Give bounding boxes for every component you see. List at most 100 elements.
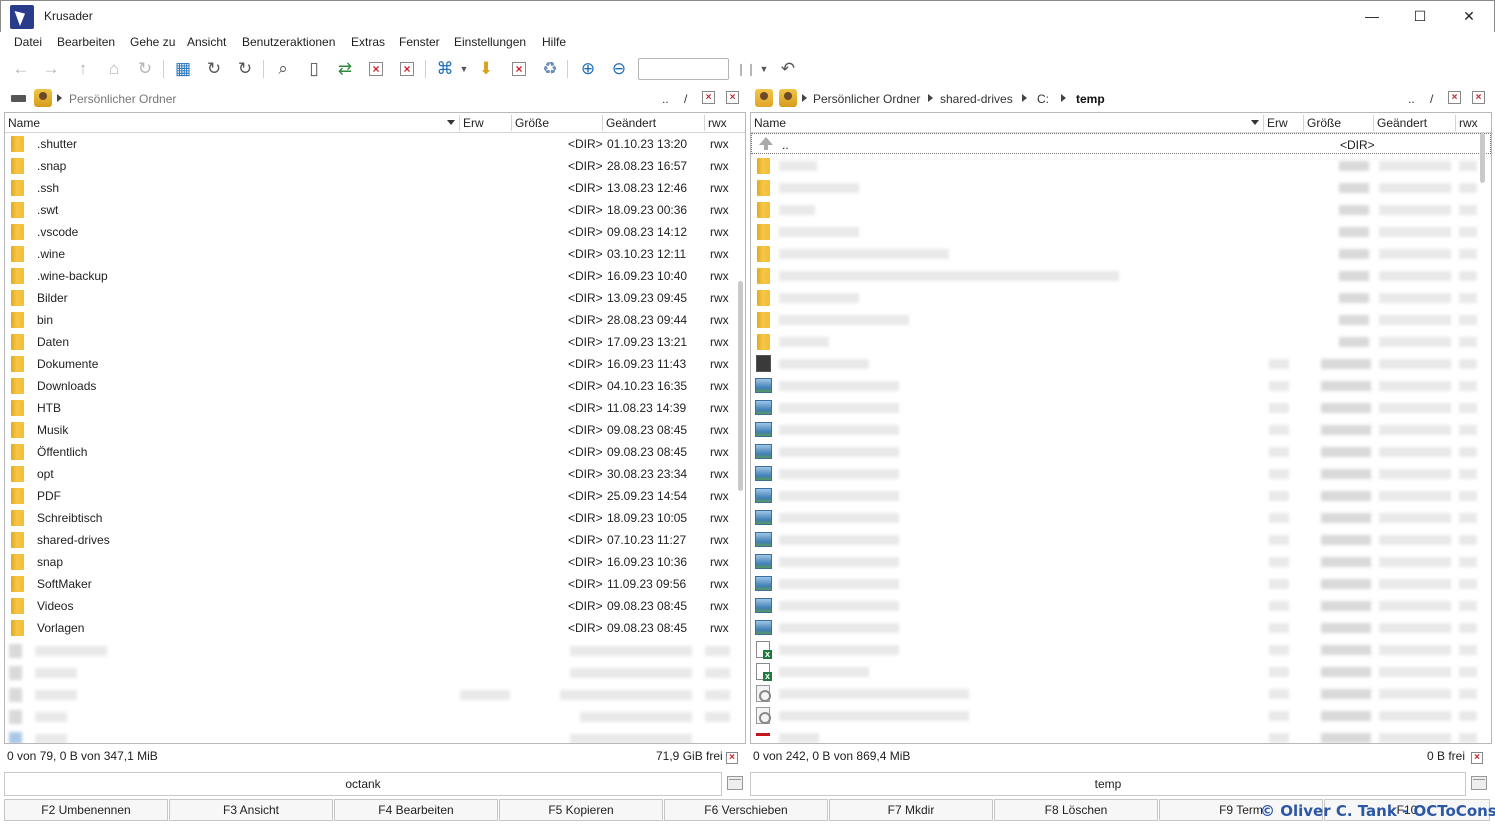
close-icon[interactable]: × bbox=[702, 91, 715, 104]
list-item[interactable] bbox=[751, 353, 1491, 375]
root-dir-button[interactable]: / bbox=[1430, 92, 1433, 106]
list-item[interactable] bbox=[751, 507, 1491, 529]
zoom-in-icon[interactable]: ⊕ bbox=[576, 57, 600, 81]
close-other-icon[interactable]: × bbox=[395, 57, 419, 81]
trash-icon[interactable]: ♻ bbox=[538, 57, 562, 81]
f4-edit-button[interactable]: F4 Bearbeiten bbox=[334, 799, 498, 821]
table-row[interactable]: .wine <DIR> 03.10.23 12:11 rwx bbox=[5, 243, 745, 265]
list-item[interactable] bbox=[751, 463, 1491, 485]
home-icon[interactable]: ⌂ bbox=[102, 57, 126, 81]
f6-move-button[interactable]: F6 Verschieben bbox=[664, 799, 828, 821]
table-row[interactable]: Musik <DIR> 09.08.23 08:45 rwx bbox=[5, 419, 745, 441]
zoom-out-icon[interactable]: ⊖ bbox=[607, 57, 631, 81]
list-item[interactable] bbox=[751, 287, 1491, 309]
menu-ansicht[interactable]: Ansicht bbox=[187, 35, 226, 49]
list-item[interactable] bbox=[751, 485, 1491, 507]
menu-datei[interactable]: Datei bbox=[14, 35, 42, 49]
list-item[interactable] bbox=[751, 265, 1491, 287]
list-item[interactable] bbox=[751, 375, 1491, 397]
right-scrollbar[interactable] bbox=[1480, 133, 1485, 183]
home-folder-icon[interactable] bbox=[34, 89, 52, 107]
close-button[interactable]: ✕ bbox=[1446, 1, 1492, 31]
refresh-icon[interactable]: ↻ bbox=[202, 57, 226, 81]
table-row[interactable]: Bilder <DIR> 13.09.23 09:45 rwx bbox=[5, 287, 745, 309]
list-item[interactable] bbox=[751, 595, 1491, 617]
menu-gehe-zu[interactable]: Gehe zu bbox=[130, 35, 175, 49]
table-row[interactable]: snap <DIR> 16.09.23 10:36 rwx bbox=[5, 551, 745, 573]
terminal-icon[interactable] bbox=[727, 776, 743, 790]
table-row[interactable]: Downloads <DIR> 04.10.23 16:35 rwx bbox=[5, 375, 745, 397]
table-row[interactable]: HTB <DIR> 11.08.23 14:39 rwx bbox=[5, 397, 745, 419]
list-item[interactable] bbox=[751, 397, 1491, 419]
left-file-panel[interactable]: Name Erw Größe Geändert rwx .shutter <DIR… bbox=[4, 112, 746, 744]
list-item[interactable] bbox=[751, 309, 1491, 331]
breadcrumb-temp[interactable]: temp bbox=[1076, 92, 1105, 106]
menu-extras[interactable]: Extras bbox=[351, 35, 385, 49]
list-item[interactable] bbox=[751, 573, 1491, 595]
breadcrumb-home[interactable]: Persönlicher Ordner bbox=[69, 92, 176, 106]
right-file-panel[interactable]: Name Erw Größe Geändert rwx .. <DIR> bbox=[750, 112, 1492, 744]
table-row[interactable]: SoftMaker <DIR> 11.09.23 09:56 rwx bbox=[5, 573, 745, 595]
column-size[interactable]: Größe bbox=[515, 116, 549, 130]
chevron-down-icon[interactable]: ▼ bbox=[757, 57, 771, 81]
list-item[interactable] bbox=[751, 639, 1491, 661]
list-item[interactable] bbox=[751, 221, 1491, 243]
column-permissions[interactable]: rwx bbox=[708, 116, 727, 130]
list-item[interactable] bbox=[751, 529, 1491, 551]
close-icon[interactable]: × bbox=[726, 752, 738, 764]
table-row[interactable]: .swt <DIR> 18.09.23 00:36 rwx bbox=[5, 199, 745, 221]
terminal-icon[interactable] bbox=[1471, 776, 1487, 790]
new-file-icon[interactable]: ▯ bbox=[302, 57, 326, 81]
list-item[interactable] bbox=[751, 683, 1491, 705]
maximize-button[interactable]: ☐ bbox=[1397, 1, 1443, 31]
table-row[interactable]: .ssh <DIR> 13.08.23 12:46 rwx bbox=[5, 177, 745, 199]
parent-dir-button[interactable]: .. bbox=[662, 92, 669, 106]
table-row[interactable]: Videos <DIR> 09.08.23 08:45 rwx bbox=[5, 595, 745, 617]
menu-einstellungen[interactable]: Einstellungen bbox=[454, 35, 526, 49]
f3-view-button[interactable]: F3 Ansicht bbox=[169, 799, 333, 821]
list-item[interactable] bbox=[751, 155, 1491, 177]
menu-fenster[interactable]: Fenster bbox=[399, 35, 440, 49]
table-row[interactable]: .shutter <DIR> 01.10.23 13:20 rwx bbox=[5, 133, 745, 155]
table-row[interactable]: bin <DIR> 28.08.23 09:44 rwx bbox=[5, 309, 745, 331]
undo-icon[interactable]: ↶ bbox=[776, 57, 800, 81]
left-panel-label[interactable]: octank bbox=[4, 772, 722, 796]
f8-delete-button[interactable]: F8 Löschen bbox=[994, 799, 1158, 821]
close-icon[interactable]: × bbox=[1471, 752, 1483, 764]
table-row[interactable]: Vorlagen <DIR> 09.08.23 08:45 rwx bbox=[5, 617, 745, 639]
list-item[interactable] bbox=[751, 551, 1491, 573]
column-modified[interactable]: Geändert bbox=[606, 116, 656, 130]
column-permissions[interactable]: rwx bbox=[1459, 116, 1478, 130]
breadcrumb-home[interactable]: Persönlicher Ordner bbox=[813, 92, 920, 106]
close-tab-icon[interactable]: × bbox=[364, 57, 388, 81]
table-row[interactable]: opt <DIR> 30.08.23 23:34 rwx bbox=[5, 463, 745, 485]
table-row[interactable]: .wine-backup <DIR> 16.09.23 10:40 rwx bbox=[5, 265, 745, 287]
reload-icon[interactable]: ↻ bbox=[133, 57, 157, 81]
breadcrumb-shared-drives[interactable]: shared-drives bbox=[940, 92, 1013, 106]
parent-dir-button[interactable]: .. bbox=[1408, 92, 1415, 106]
close-icon[interactable]: × bbox=[1472, 91, 1485, 104]
menu-benutzeraktionen[interactable]: Benutzeraktionen bbox=[242, 35, 335, 49]
table-row[interactable]: .vscode <DIR> 09.08.23 14:12 rwx bbox=[5, 221, 745, 243]
quick-filter-input[interactable] bbox=[638, 58, 729, 80]
column-modified[interactable]: Geändert bbox=[1377, 116, 1427, 130]
list-item[interactable] bbox=[751, 331, 1491, 353]
close-icon[interactable]: × bbox=[726, 91, 739, 104]
column-ext[interactable]: Erw bbox=[1267, 116, 1288, 130]
unmount-icon[interactable]: × bbox=[507, 57, 531, 81]
list-item[interactable] bbox=[751, 617, 1491, 639]
up-icon[interactable]: ↑ bbox=[71, 57, 95, 81]
chevron-down-icon[interactable]: ▼ bbox=[457, 57, 471, 81]
breadcrumb-c[interactable]: C: bbox=[1037, 92, 1049, 106]
column-size[interactable]: Größe bbox=[1307, 116, 1341, 130]
list-item[interactable] bbox=[751, 661, 1491, 683]
network-icon[interactable]: ⌘ bbox=[433, 57, 457, 81]
list-item[interactable] bbox=[751, 441, 1491, 463]
pause-icon[interactable]: ❙❙ bbox=[734, 57, 758, 81]
menu-hilfe[interactable]: Hilfe bbox=[542, 35, 566, 49]
view-grid-icon[interactable]: ▦ bbox=[171, 57, 195, 81]
table-row[interactable]: Schreibtisch <DIR> 18.09.23 10:05 rwx bbox=[5, 507, 745, 529]
search-icon[interactable]: ⌕ bbox=[271, 57, 295, 81]
parent-dir-row[interactable]: .. <DIR> bbox=[751, 133, 1491, 154]
table-row[interactable]: Öffentlich <DIR> 09.08.23 08:45 rwx bbox=[5, 441, 745, 463]
